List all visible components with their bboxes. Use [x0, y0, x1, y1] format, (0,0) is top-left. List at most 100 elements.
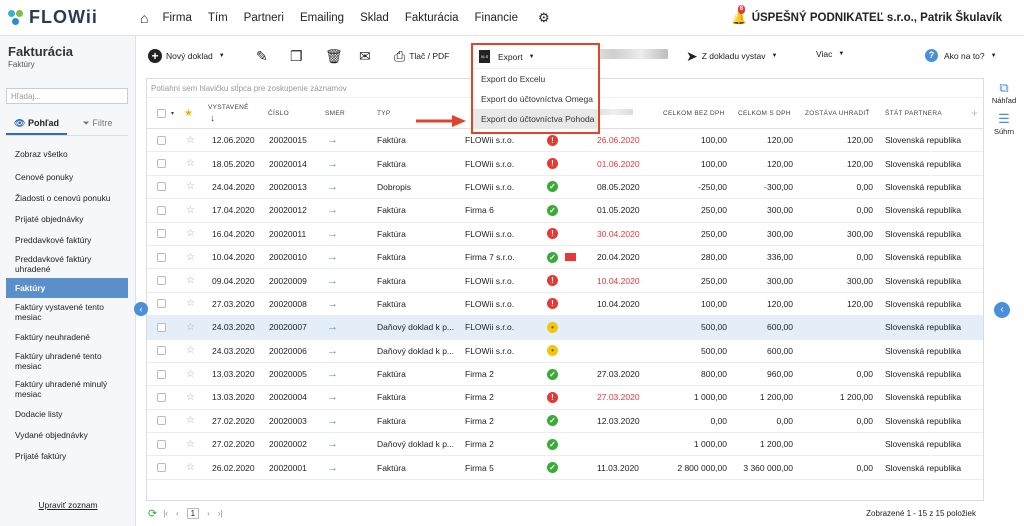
home-icon[interactable]: ⌂	[140, 10, 148, 26]
preview-button[interactable]: ⧉ Náhľad	[984, 80, 1024, 105]
sidebar-item[interactable]: Faktúry	[6, 278, 128, 298]
row-checkbox[interactable]	[157, 229, 166, 239]
summary-button[interactable]: ☰ Súhrn	[984, 111, 1024, 136]
star-icon[interactable]: ☆	[186, 462, 195, 473]
nav-item-fakturácia[interactable]: Fakturácia	[405, 12, 459, 24]
export-button[interactable]: XLS Export ▼	[473, 45, 598, 69]
row-checkbox[interactable]	[157, 299, 166, 309]
table-row[interactable]: ☆ 27.02.2020 20020002 → Daňový doklad k p...…	[147, 433, 983, 457]
nav-item-emailing[interactable]: Emailing	[300, 12, 344, 24]
delete-button[interactable]: 🗑	[325, 49, 347, 63]
table-row[interactable]: ☆ 27.03.2020 20020008 → Faktúra FLOWii s.r.o.…	[147, 293, 983, 317]
more-button[interactable]: Viac ▼	[816, 49, 844, 59]
collapse-right-icon[interactable]: ‹	[994, 302, 1010, 318]
star-icon[interactable]: ☆	[186, 252, 195, 263]
chevron-down-icon[interactable]: ▾	[171, 110, 174, 117]
star-icon[interactable]: ☆	[186, 369, 195, 380]
star-icon[interactable]: ☆	[186, 135, 195, 146]
sidebar-item[interactable]: Faktúry neuhradené	[6, 326, 128, 347]
sidebar-item[interactable]: Cenové ponuky	[6, 166, 128, 187]
row-checkbox[interactable]	[157, 322, 166, 332]
table-row[interactable]: ☆ 24.03.2020 20020007 → Daňový doklad k p...…	[147, 316, 983, 340]
edit-button[interactable]: ✎	[256, 49, 272, 63]
page-number[interactable]: 1	[186, 507, 200, 519]
email-button[interactable]: ✉	[359, 49, 375, 63]
company-user[interactable]: 🔔 8 ÚSPEŠNÝ PODNIKATEĽ s.r.o., Patrik Šku…	[732, 5, 1002, 25]
export-excel-option[interactable]: Export do Excelu	[473, 69, 598, 89]
sidebar-item[interactable]: Dodacie listy	[6, 403, 128, 424]
gear-icon[interactable]: ⚙	[538, 10, 550, 26]
first-page-icon[interactable]: |‹	[163, 509, 168, 518]
star-icon[interactable]: ☆	[186, 439, 195, 450]
next-page-icon[interactable]: ›	[207, 509, 210, 518]
table-row[interactable]: ☆ 27.02.2020 20020003 → Faktúra Firma 2 ✓ 12.03…	[147, 410, 983, 434]
prev-page-icon[interactable]: ‹	[176, 509, 179, 518]
tab-filter[interactable]: ⏷ Filtre	[67, 112, 128, 135]
app-logo[interactable]: FLOWii	[8, 7, 140, 28]
star-icon[interactable]: ☆	[186, 158, 195, 169]
header-total-vat[interactable]: CELKOM S DPH	[738, 110, 791, 117]
row-checkbox[interactable]	[157, 159, 166, 169]
row-checkbox[interactable]	[157, 439, 166, 449]
row-checkbox[interactable]	[157, 463, 166, 473]
nav-item-sklad[interactable]: Sklad	[360, 12, 389, 24]
sidebar-item[interactable]: Žiadosti o cenovú ponuku	[6, 187, 128, 208]
export-omega-option[interactable]: Export do účtovníctva Omega	[473, 89, 598, 109]
create-from-doc-button[interactable]: ➤ Z dokladu vystav ▼	[686, 49, 777, 63]
last-page-icon[interactable]: ›|	[218, 509, 223, 518]
nav-item-partneri[interactable]: Partneri	[244, 12, 284, 24]
tab-view[interactable]: 👁 Pohľad	[6, 112, 67, 135]
sidebar-item[interactable]: Prijaté objednávky	[6, 208, 128, 229]
row-checkbox[interactable]	[157, 182, 166, 192]
star-icon[interactable]: ☆	[186, 298, 195, 309]
header-number[interactable]: ČÍSLO	[268, 110, 289, 117]
export-pohoda-option[interactable]: Export do účtovníctva Pohoda	[473, 109, 598, 129]
table-row[interactable]: ☆ 16.04.2020 20020011 → Faktúra FLOWii s.r.o.…	[147, 223, 983, 246]
star-icon[interactable]: ☆	[186, 322, 195, 333]
sidebar-item[interactable]: Faktúry uhradené tento mesiac	[6, 347, 128, 375]
table-row[interactable]: ☆ 26.02.2020 20020001 → Faktúra Firma 5 ✓ 11.03…	[147, 456, 983, 480]
star-icon[interactable]: ☆	[186, 275, 195, 286]
copy-button[interactable]: ❐	[290, 49, 307, 63]
add-column-icon[interactable]: +	[971, 106, 978, 120]
row-checkbox[interactable]	[157, 392, 166, 402]
sidebar-search-input[interactable]: Hľadaj...	[6, 88, 128, 104]
sidebar-item[interactable]: Preddavkové faktúry	[6, 229, 128, 250]
header-direction[interactable]: SMER	[325, 110, 345, 117]
star-icon[interactable]: ☆	[186, 228, 195, 239]
header-remaining[interactable]: ZOSTÁVA UHRADIŤ	[805, 110, 870, 117]
sidebar-item[interactable]: Faktúry uhradené minulý mesiac	[6, 375, 128, 403]
sidebar-item[interactable]: Zobraz všetko	[6, 142, 128, 166]
star-icon[interactable]: ☆	[186, 205, 195, 216]
sidebar-item[interactable]: Preddavkové faktúry uhradené	[6, 250, 128, 278]
sidebar-item[interactable]: Faktúry vystavené tento mesiac	[6, 298, 128, 326]
star-icon[interactable]: ☆	[186, 415, 195, 426]
edit-list-link[interactable]: Upraviť zoznam	[0, 500, 136, 510]
select-all-checkbox[interactable]	[157, 108, 166, 118]
table-row[interactable]: ☆ 13.03.2020 20020004 → Faktúra Firma 2! 27.03…	[147, 386, 983, 410]
print-pdf-button[interactable]: ⎙ Tlač / PDF	[394, 49, 449, 63]
row-checkbox[interactable]	[157, 416, 166, 426]
table-row[interactable]: ☆ 17.04.2020 20020012 → Faktúra Firma 6 ✓ 01.05…	[147, 199, 983, 223]
table-row[interactable]: ☆ 24.04.2020 20020013 → Dobropis FLOWii s.r.o…	[147, 176, 983, 200]
star-icon[interactable]: ☆	[186, 392, 195, 403]
table-row[interactable]: ☆ 24.03.2020 20020006 → Daňový doklad k p...…	[147, 340, 983, 363]
table-row[interactable]: ☆ 09.04.2020 20020009 → Faktúra FLOWii s.r.o.…	[147, 269, 983, 293]
nav-item-tím[interactable]: Tím	[208, 12, 228, 24]
header-issued[interactable]: VYSTAVENÉ	[208, 104, 249, 111]
header-total-no-vat[interactable]: CELKOM BEZ DPH	[663, 110, 725, 117]
sidebar-item[interactable]: Vydané objednávky	[6, 424, 128, 445]
refresh-icon[interactable]: ⟳	[148, 507, 157, 520]
star-icon[interactable]: ☆	[186, 181, 195, 192]
row-checkbox[interactable]	[157, 205, 166, 215]
star-icon[interactable]: ☆	[186, 345, 195, 356]
header-country[interactable]: ŠTÁT PARTNERA	[885, 110, 942, 117]
table-row[interactable]: ☆ 13.03.2020 20020005 → Faktúra Firma 2 ✓ 27.03…	[147, 363, 983, 387]
star-header-icon[interactable]: ★	[184, 108, 193, 119]
row-checkbox[interactable]	[157, 276, 166, 286]
row-checkbox[interactable]	[157, 369, 166, 379]
header-type[interactable]: TYP	[377, 110, 391, 117]
nav-item-financie[interactable]: Financie	[475, 12, 518, 24]
row-checkbox[interactable]	[157, 252, 166, 262]
new-document-button[interactable]: + Nový doklad ▼	[148, 49, 225, 63]
